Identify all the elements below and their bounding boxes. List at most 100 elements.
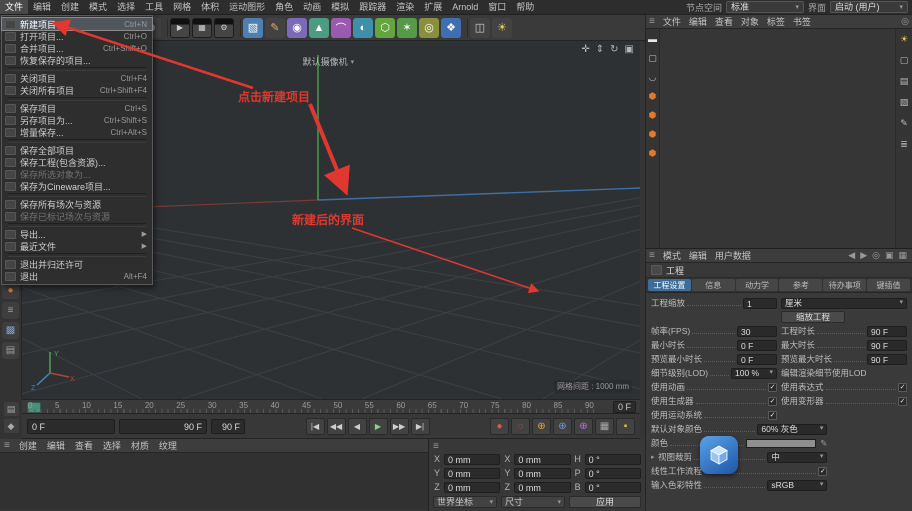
record-scale-button[interactable]: ⊕ — [553, 417, 572, 435]
node-space-select[interactable]: 标准 ▾ — [725, 1, 804, 13]
pen-spline-icon[interactable]: ✎ — [265, 17, 285, 38]
attribute-menu-item[interactable]: 模式 — [659, 249, 685, 262]
autokey-button[interactable]: ◌ — [511, 417, 530, 435]
menu-item[interactable]: 合并项目... Ctrl+Shift+O — [2, 42, 152, 54]
menubar-item[interactable]: 编辑 — [28, 0, 56, 14]
menubar-item[interactable]: 文件 — [0, 0, 29, 14]
max-time-input[interactable]: 90 F — [867, 339, 907, 351]
preview-max-input[interactable]: 90 F — [867, 353, 907, 365]
apply-button[interactable]: 应用 — [569, 496, 641, 508]
pan-view-icon[interactable]: ✛ — [581, 44, 589, 55]
panel-menu-icon[interactable]: ≡ — [433, 441, 439, 452]
scale-input[interactable]: 1 — [743, 297, 777, 309]
keyframe-icon[interactable]: ◆ — [3, 419, 19, 433]
ruler-end-frame[interactable]: 0 F — [612, 401, 636, 413]
light-bulb-icon[interactable]: ☀ — [900, 34, 908, 44]
prev-frame-button[interactable]: ◀ — [347, 417, 367, 435]
coordinate-input[interactable]: 0 mm — [514, 453, 571, 465]
record-rotation-button[interactable]: ⊕ — [574, 417, 593, 435]
menu-item[interactable]: 保存工程(包含资源)... — [2, 156, 152, 168]
menu-item[interactable]: 最近文件 ▶ — [2, 240, 152, 252]
zoom-view-icon[interactable]: ⇕ — [596, 44, 604, 55]
record-parameter-button[interactable]: ▦ — [595, 417, 614, 435]
input-profile-select[interactable]: sRGB ▾ — [767, 479, 828, 491]
menu-item[interactable]: 保存项目 Ctrl+S — [2, 102, 152, 114]
subdivision-surface-icon[interactable]: ◉ — [287, 17, 307, 38]
scale-project-button[interactable]: 缩放工程 — [781, 311, 846, 323]
magnet-icon[interactable]: ◡ — [649, 72, 657, 82]
object-manager-menu-item[interactable]: 标签 — [763, 15, 789, 28]
film-icon[interactable]: ▤ — [900, 76, 909, 86]
menubar-item[interactable]: 运动图形 — [224, 0, 270, 14]
menubar-item[interactable]: 创建 — [56, 0, 84, 14]
volume-icon[interactable]: ❖ — [441, 17, 461, 38]
project-length-input[interactable]: 90 F — [867, 325, 907, 337]
hex-bolt-icon-2[interactable]: ⬢ — [649, 110, 657, 120]
material-menu-item[interactable]: 创建 — [14, 439, 42, 452]
menu-item[interactable]: 保存全部项目 — [2, 144, 152, 156]
menu-item[interactable]: 增量保存... Ctrl+Alt+S — [2, 126, 152, 138]
coordinate-input[interactable]: 0 mm — [514, 467, 571, 479]
menu-item[interactable]: 退出 Alt+F4 — [2, 270, 152, 282]
bend-deformer-icon[interactable]: ⌒ — [331, 17, 351, 38]
menubar-item[interactable]: 跟踪器 — [354, 0, 391, 14]
end-frame-field[interactable]: 90 F — [119, 418, 207, 434]
coordinate-input[interactable]: 0 ° — [584, 481, 641, 493]
field-icon[interactable]: ◐ — [353, 17, 373, 38]
grid-view-icon[interactable]: ▦ — [898, 250, 907, 261]
cloner-icon[interactable]: ⬡ — [375, 17, 395, 38]
material-list-empty[interactable] — [0, 453, 428, 510]
record-pla-button[interactable]: ▪ — [616, 417, 635, 435]
menubar-item[interactable]: 模拟 — [326, 0, 354, 14]
console-icon[interactable]: ▤ — [2, 342, 19, 359]
menu-item[interactable]: 新建项目 Ctrl+N — [1, 17, 153, 31]
pen-icon[interactable]: ✎ — [900, 118, 908, 128]
eyedropper-icon[interactable]: ✎ — [820, 438, 827, 449]
attribute-menu-item[interactable]: 编辑 — [685, 249, 711, 262]
menu-item[interactable]: 恢复保存的项目... — [2, 54, 152, 66]
camera-selector[interactable]: 默认摄像机 ▾ — [303, 55, 355, 68]
use-deformers-checkbox[interactable] — [898, 396, 907, 406]
clapper-icon[interactable]: ▬ — [648, 34, 657, 44]
goto-start-button[interactable]: |◀ — [305, 417, 325, 435]
menubar-item[interactable]: 体积 — [196, 0, 224, 14]
simulation-icon[interactable]: ◎ — [419, 17, 439, 38]
menu-item[interactable]: 保存所有场次与资源 — [2, 198, 152, 210]
panel-menu-icon[interactable]: ≡ — [649, 16, 655, 27]
search-icon[interactable]: ◎ — [901, 16, 909, 27]
render-view-icon[interactable]: ▶ — [170, 17, 190, 38]
menu-item[interactable]: 退出并归还许可 — [2, 258, 152, 270]
attribute-tab[interactable]: 待办事项 — [823, 279, 867, 291]
render-region-icon[interactable]: ▦ — [192, 17, 212, 38]
coordinate-input[interactable]: 0 mm — [514, 481, 571, 493]
timeline-layout-icon[interactable]: ▤ — [3, 402, 19, 416]
material-menu-item[interactable]: 材质 — [126, 439, 154, 452]
record-keyframe-button[interactable]: ● — [490, 417, 509, 435]
prev-key-button[interactable]: ◀◀ — [326, 417, 346, 435]
cube-primitive-icon[interactable]: ▧ — [243, 17, 263, 38]
menu-item[interactable]: 另存项目为... Ctrl+Shift+S — [2, 114, 152, 126]
monitor-icon[interactable]: ▢ — [900, 55, 909, 65]
light-icon[interactable]: ☀ — [492, 17, 512, 38]
view-clipping-select[interactable]: 中 ▾ — [767, 451, 828, 463]
render-settings-icon[interactable]: ⚙ — [214, 17, 234, 38]
maximize-view-icon[interactable]: ▣ — [625, 44, 634, 55]
menu-item[interactable] — [8, 139, 146, 143]
menu-item[interactable] — [8, 223, 146, 227]
use-generators-checkbox[interactable] — [768, 396, 777, 406]
menubar-item[interactable]: 帮助 — [511, 0, 539, 14]
menubar-item[interactable]: 窗口 — [483, 0, 511, 14]
object-manager-menu-item[interactable]: 书签 — [789, 15, 815, 28]
menu-item[interactable]: 保存所选对象为... — [2, 168, 152, 180]
coordinate-input[interactable]: 0 mm — [444, 453, 501, 465]
menu-item[interactable]: 关闭项目 Ctrl+F4 — [2, 72, 152, 84]
attribute-tab[interactable]: 参考 — [779, 279, 823, 291]
menu-item[interactable] — [8, 97, 146, 101]
material-menu-item[interactable]: 纹理 — [154, 439, 182, 452]
range-end-field[interactable]: 90 F — [211, 418, 245, 434]
coordinate-input[interactable]: 0 ° — [584, 453, 641, 465]
coordinate-size-select[interactable]: 尺寸 ▾ — [501, 496, 565, 508]
menubar-item[interactable]: 角色 — [270, 0, 298, 14]
coordinate-mode-select[interactable]: 世界坐标 ▾ — [433, 496, 497, 508]
hex-bolt-icon-1[interactable]: ⬢ — [649, 91, 657, 101]
